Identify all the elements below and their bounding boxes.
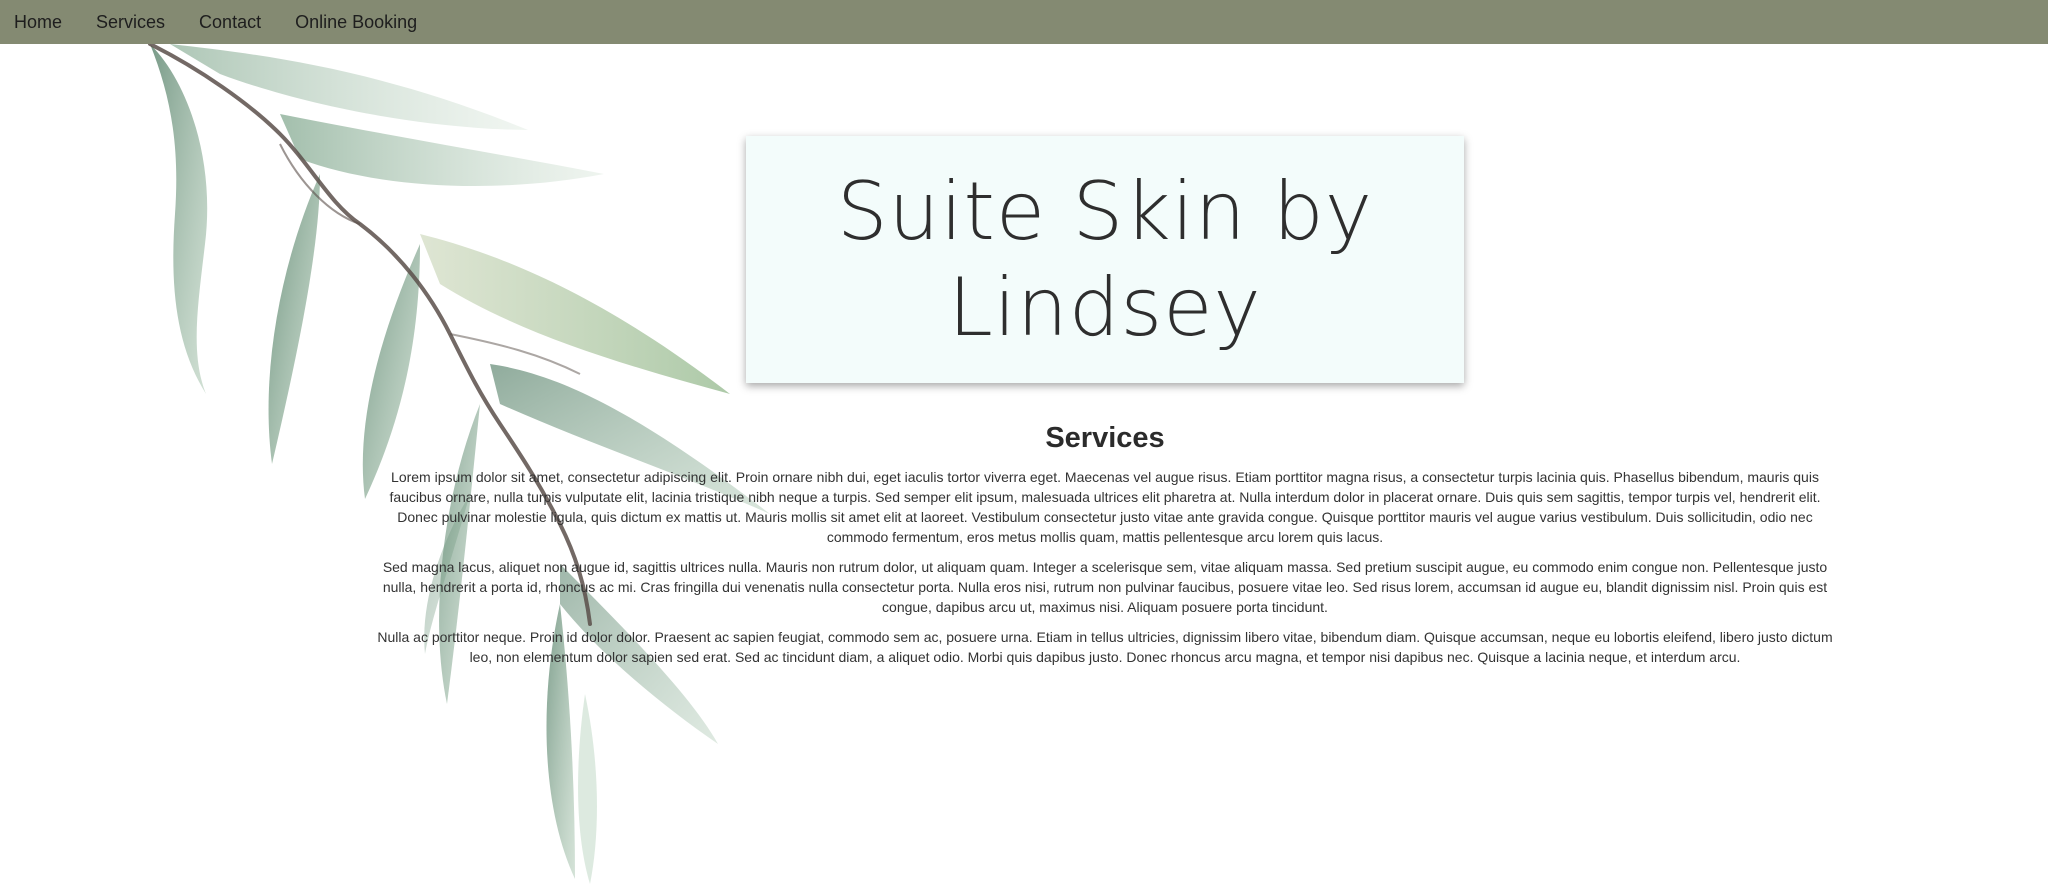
site-title: Suite Skin by Lindsey — [836, 164, 1374, 354]
services-paragraph-1: Lorem ipsum dolor sit amet, consectetur … — [389, 469, 1821, 545]
services-paragraph-2: Sed magna lacus, aliquet non augue id, s… — [382, 559, 1828, 615]
nav-services-link[interactable]: Services — [96, 12, 165, 33]
services-heading: Services — [1045, 422, 1165, 454]
services-content: Lorem ipsum dolor sit amet, consectetur … — [376, 467, 1834, 677]
title-card: Suite Skin by Lindsey — [746, 136, 1464, 383]
top-navbar: Home Services Contact Online Booking — [0, 0, 2048, 44]
services-paragraph-3: Nulla ac porttitor neque. Proin id dolor… — [377, 629, 1833, 665]
nav-home-link[interactable]: Home — [14, 12, 62, 33]
nav-online-booking-link[interactable]: Online Booking — [295, 12, 417, 33]
nav-contact-link[interactable]: Contact — [199, 12, 261, 33]
